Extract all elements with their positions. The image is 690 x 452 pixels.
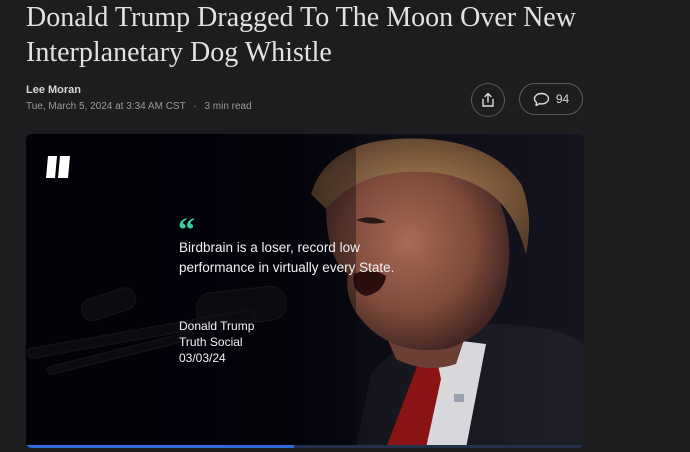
hero-photo: [26, 134, 584, 448]
share-icon: [482, 92, 494, 107]
huffpost-logo: [46, 156, 70, 183]
read-time: 3 min read: [204, 101, 252, 112]
author-name[interactable]: Lee Moran: [26, 84, 81, 96]
meta-separator: ·: [193, 101, 197, 112]
article-meta: Tue, March 5, 2024 at 3:34 AM CST · 3 mi…: [26, 101, 252, 112]
share-button[interactable]: [471, 83, 505, 117]
attribution-source: Truth Social: [179, 335, 243, 349]
comment-icon: [533, 92, 550, 106]
video-progress-fill: [26, 445, 294, 448]
quote-text: Birdbrain is a loser, record low perform…: [179, 240, 395, 275]
comments-button[interactable]: 94: [519, 83, 583, 115]
article-headline: Donald Trump Dragged To The Moon Over Ne…: [26, 2, 576, 68]
hero-image[interactable]: “ Birdbrain is a loser, record low perfo…: [26, 134, 584, 448]
quote-attribution: Donald Trump Truth Social 03/03/24: [179, 318, 254, 366]
attribution-date: 03/03/24: [179, 351, 226, 365]
video-progress-track[interactable]: [26, 445, 584, 448]
attribution-name: Donald Trump: [179, 319, 255, 333]
publish-date: Tue, March 5, 2024 at 3:34 AM CST: [26, 101, 186, 112]
comment-count: 94: [555, 92, 570, 106]
